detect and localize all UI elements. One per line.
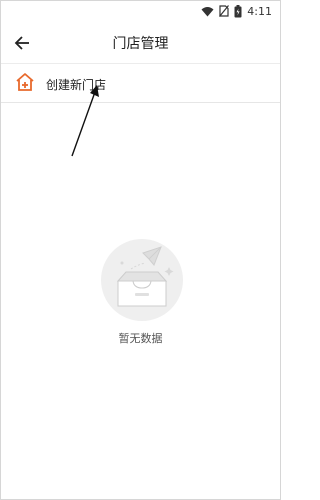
empty-box-paper-plane-icon (101, 239, 183, 321)
create-store-button[interactable]: 创建新门店 (1, 64, 280, 102)
app-bar: 门店管理 (1, 23, 280, 61)
page-title: 门店管理 (112, 36, 169, 52)
create-store-label: 创建新门店 (46, 78, 107, 92)
status-bar: 4:11 (1, 1, 280, 21)
house-plus-icon (16, 73, 34, 91)
no-sim-icon (219, 5, 230, 17)
wifi-icon (201, 6, 214, 16)
status-icons: 4:11 (201, 3, 272, 19)
status-time: 4:11 (247, 4, 272, 18)
empty-state-text: 暂无数据 (118, 332, 163, 345)
row-divider (1, 102, 280, 103)
app-screen: 4:11 门店管理 创建新门店 暂无数据 (0, 0, 281, 500)
battery-icon (234, 4, 242, 17)
